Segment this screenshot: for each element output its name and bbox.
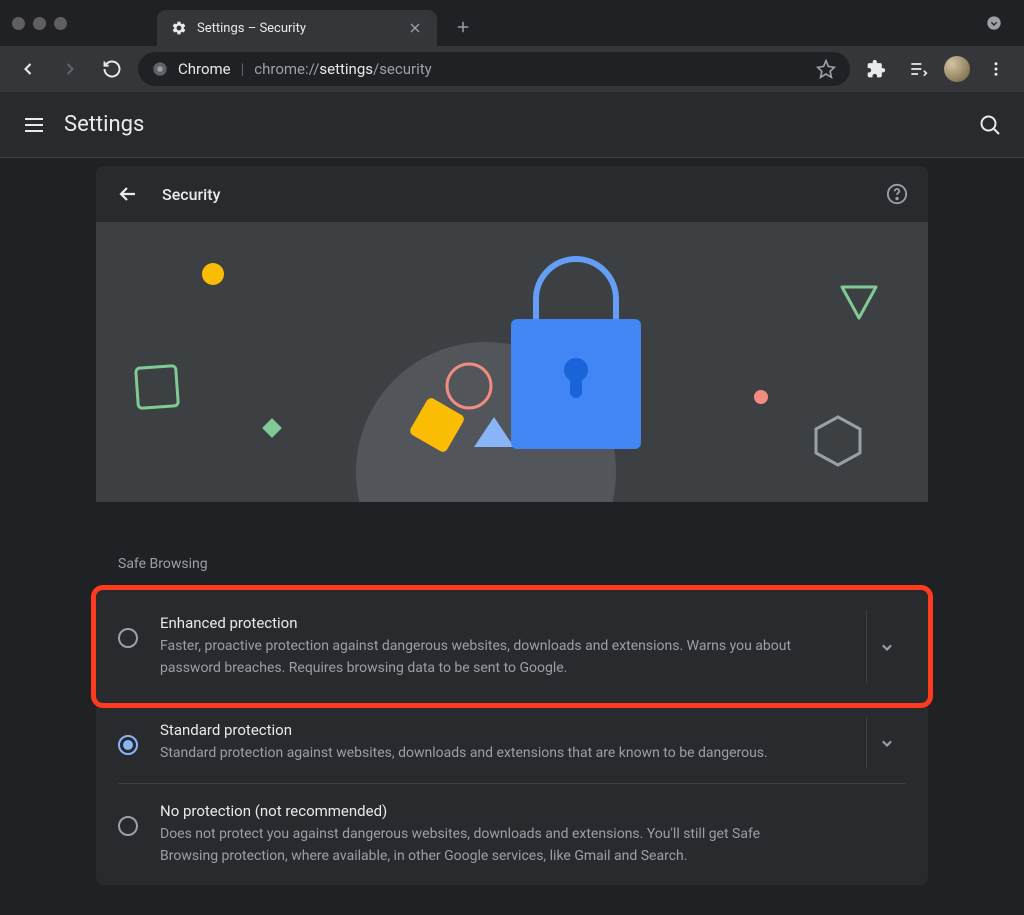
window-minimize-button[interactable] [33,17,46,30]
menu-icon[interactable] [22,113,46,137]
option-no-protection[interactable]: No protection (not recommended) Does not… [118,783,906,885]
window-close-button[interactable] [12,17,25,30]
highlight-annotation: Enhanced protection Faster, proactive pr… [91,585,933,708]
browser-toolbar: Chrome | chrome://settings/security [0,46,1024,92]
option-title: No protection (not recommended) [160,802,906,820]
back-button[interactable] [12,53,44,85]
new-tab-button[interactable] [449,13,477,41]
search-icon[interactable] [978,113,1002,137]
option-title: Enhanced protection [160,614,844,632]
reading-list-button[interactable] [902,53,934,85]
extensions-button[interactable] [860,53,892,85]
url-app-label: Chrome [178,60,231,78]
chevron-down-icon[interactable] [877,637,897,657]
gear-icon [171,20,187,36]
url-text: chrome://settings/security [254,60,431,78]
reload-button[interactable] [96,53,128,85]
tab-title: Settings – Security [197,21,397,36]
option-standard-protection[interactable]: Standard protection Standard protection … [96,703,928,783]
section-header: Security [96,166,928,222]
chevron-down-icon[interactable] [877,733,897,753]
bookmark-star-icon[interactable] [816,59,836,79]
safe-browsing-options: Enhanced protection Faster, proactive pr… [96,585,928,885]
page-title: Settings [64,112,978,137]
kebab-menu-button[interactable] [980,53,1012,85]
back-arrow-icon[interactable] [116,182,140,206]
help-icon[interactable] [886,183,908,205]
profile-avatar[interactable] [944,56,970,82]
security-banner [96,222,928,502]
section-title: Security [162,185,886,204]
option-description: Faster, proactive protection against dan… [160,636,800,679]
radio-button[interactable] [118,735,138,755]
group-label: Safe Browsing [96,502,928,590]
close-icon[interactable] [407,20,423,36]
window-zoom-button[interactable] [54,17,67,30]
radio-button[interactable] [118,816,138,836]
window-titlebar: Settings – Security [0,0,1024,46]
chevron-down-circle-icon[interactable] [986,15,1002,31]
forward-button[interactable] [54,53,86,85]
settings-header: Settings [0,92,1024,158]
option-title: Standard protection [160,721,844,739]
option-enhanced-protection[interactable]: Enhanced protection Faster, proactive pr… [96,590,928,703]
option-description: Does not protect you against dangerous w… [160,824,800,867]
radio-button[interactable] [118,628,138,648]
address-bar[interactable]: Chrome | chrome://settings/security [138,52,850,86]
browser-tab[interactable]: Settings – Security [157,10,437,46]
option-description: Standard protection against websites, do… [160,743,800,765]
chrome-icon [152,61,168,77]
window-controls [12,17,67,30]
